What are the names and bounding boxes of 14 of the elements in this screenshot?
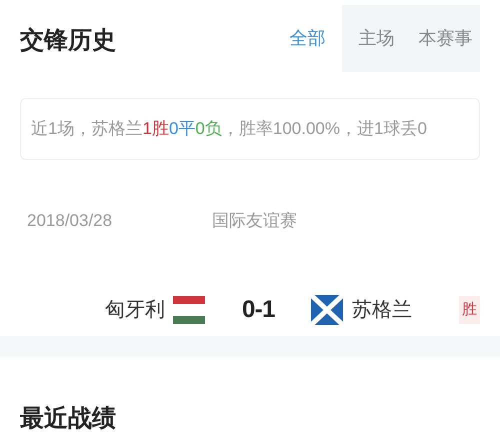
match-date: 2018/03/28 — [27, 210, 114, 232]
tab[interactable]: 全部 — [273, 5, 342, 72]
section-title: 最近战绩 — [19, 404, 117, 434]
tab[interactable]: 本赛事 — [411, 5, 480, 72]
team-name: 苏格兰 — [352, 298, 412, 323]
tab[interactable]: 主场 — [342, 5, 411, 72]
result-badge: 胜 — [459, 296, 480, 324]
competition-name: 国际友谊赛 — [212, 210, 297, 232]
saltire-flag-icon — [310, 295, 343, 325]
striped-flag-icon — [173, 296, 205, 324]
team-name: 匈牙利 — [105, 298, 165, 323]
score: 0-1 — [242, 295, 275, 325]
section-title: 交锋历史 — [20, 26, 116, 56]
summary-text: 近1场，苏格兰1胜0平0负，胜率100.00%，进1球丢0 — [31, 118, 427, 140]
